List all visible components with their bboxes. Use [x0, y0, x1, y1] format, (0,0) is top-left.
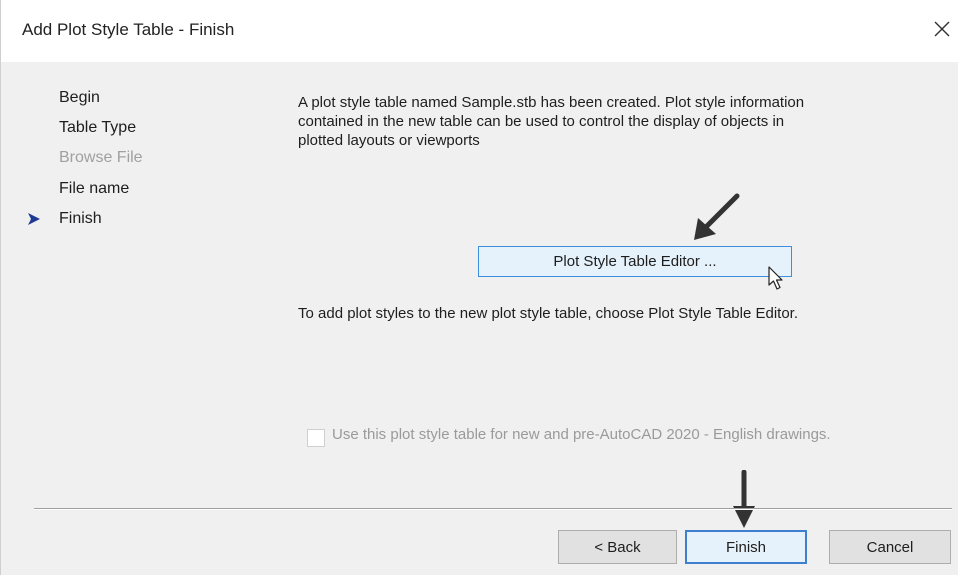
add-plot-style-table-dialog: Add Plot Style Table - Finish Begin Tabl…	[0, 0, 958, 575]
use-for-new-drawings-label: Use this plot style table for new and pr…	[332, 426, 831, 443]
button-divider	[34, 508, 952, 510]
use-for-new-drawings-checkbox[interactable]	[307, 429, 325, 447]
back-button[interactable]: < Back	[558, 530, 677, 564]
pointer-arrow-down-icon	[730, 469, 758, 530]
cancel-button[interactable]: Cancel	[829, 530, 951, 564]
title-bar: Add Plot Style Table - Finish	[1, 0, 958, 62]
step-begin: Begin	[59, 89, 100, 106]
step-finish: Finish	[59, 210, 102, 227]
intro-text: A plot style table named Sample.stb has …	[298, 94, 805, 149]
pointer-arrow-icon	[688, 192, 748, 244]
step-browse-file: Browse File	[59, 149, 143, 166]
close-icon[interactable]	[927, 14, 957, 44]
mouse-cursor-icon	[767, 265, 787, 293]
plot-style-table-editor-button[interactable]: Plot Style Table Editor ...	[478, 246, 792, 277]
step-file-name: File name	[59, 180, 130, 197]
instruction-text: To add plot styles to the new plot style…	[298, 305, 799, 322]
step-table-type: Table Type	[59, 119, 137, 136]
current-step-marker-icon	[27, 212, 41, 226]
dialog-title: Add Plot Style Table - Finish	[22, 20, 235, 39]
finish-button[interactable]: Finish	[685, 530, 807, 564]
